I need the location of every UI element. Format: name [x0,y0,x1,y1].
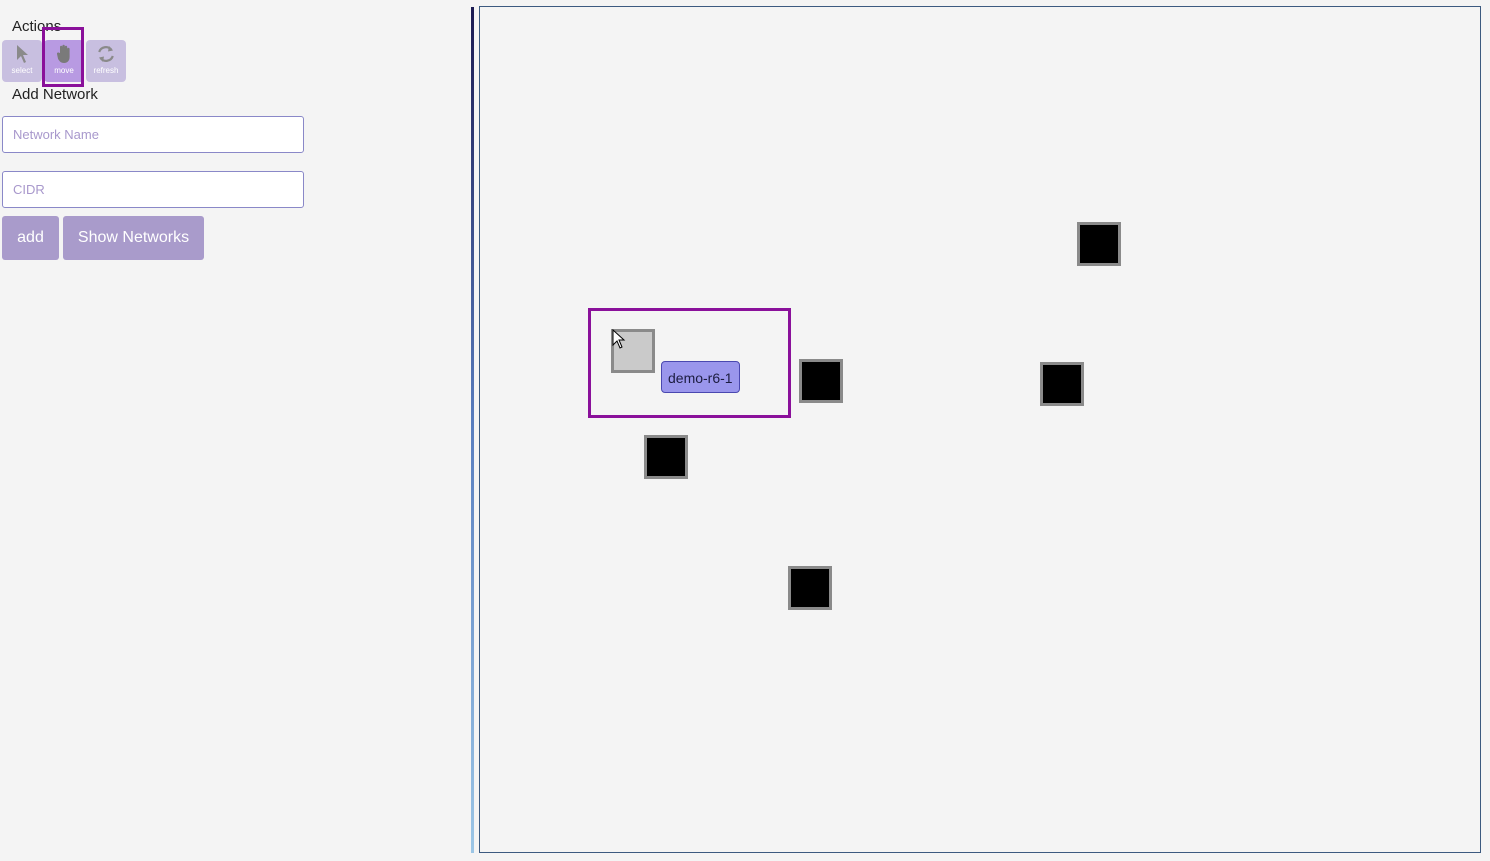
select-tool-label: select [11,66,33,75]
actions-title: Actions [12,18,62,35]
node-label: demo-r6-1 [661,361,740,393]
network-node[interactable] [799,359,843,403]
show-networks-button[interactable]: Show Networks [63,216,204,260]
dragging-node[interactable] [611,329,655,373]
network-node[interactable] [1040,362,1084,406]
add-button[interactable]: add [2,216,59,260]
cidr-input[interactable] [2,171,304,208]
select-tool-button[interactable]: select [2,40,42,82]
network-canvas[interactable]: demo-r6-1 [479,6,1481,853]
pointer-icon [17,45,28,63]
refresh-tool-button[interactable]: refresh [86,40,126,82]
move-tool-button[interactable]: move [44,40,84,82]
network-node[interactable] [788,566,832,610]
add-network-title: Add Network [12,86,98,103]
hand-icon [56,44,70,63]
network-node[interactable] [1077,222,1121,266]
sidebar: Actions select move refresh Add Network … [0,0,470,861]
panel-divider[interactable] [471,7,474,853]
network-name-input[interactable] [2,116,304,153]
refresh-icon [98,46,114,62]
move-tool-label: move [54,66,74,75]
refresh-tool-label: refresh [93,66,119,75]
network-node[interactable] [644,435,688,479]
